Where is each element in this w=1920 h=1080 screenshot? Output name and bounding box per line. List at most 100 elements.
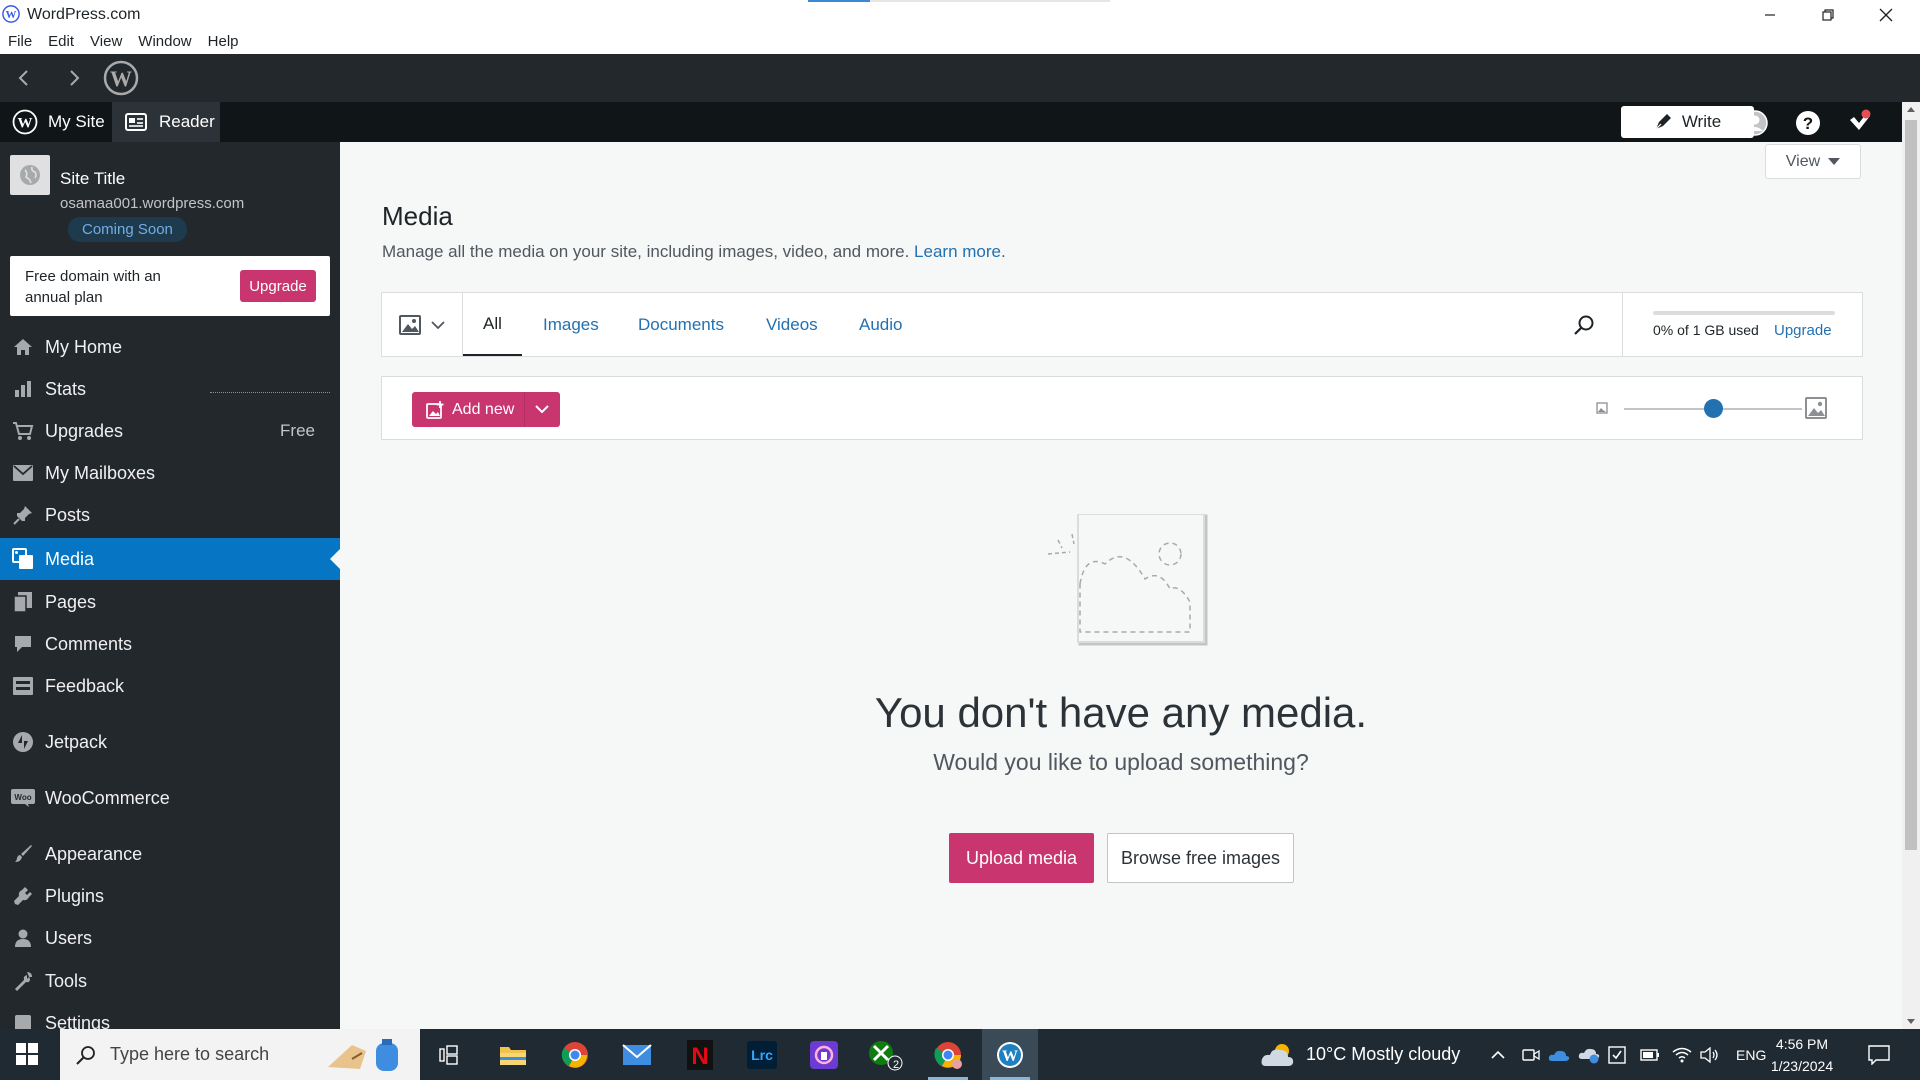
tab-images[interactable]: Images <box>543 293 599 356</box>
onedrive-sync-icon[interactable] <box>1578 1029 1600 1080</box>
menu-window[interactable]: Window <box>138 33 191 50</box>
show-hidden-icons-icon[interactable] <box>1490 1029 1506 1080</box>
help-icon[interactable]: ? <box>1794 109 1822 137</box>
sidebar-item-settings[interactable]: Settings <box>0 1002 340 1029</box>
sidebar-item-media[interactable]: Media <box>0 538 340 580</box>
my-site-link[interactable]: W My Site <box>12 102 105 142</box>
storage-bar <box>1653 311 1835 315</box>
sidebar-item-label: Posts <box>45 504 91 525</box>
netflix-icon[interactable]: N <box>672 1029 728 1080</box>
storage-upgrade-link[interactable]: Upgrade <box>1774 322 1832 339</box>
zoom-slider-knob[interactable] <box>1703 399 1723 418</box>
minimize-button[interactable] <box>1741 0 1799 29</box>
task-view-icon[interactable] <box>422 1029 478 1080</box>
menu-help[interactable]: Help <box>208 33 239 50</box>
mail-app-icon[interactable] <box>609 1029 665 1080</box>
coming-soon-badge[interactable]: Coming Soon <box>68 217 187 242</box>
upsell-text: Free domain with an annual plan <box>25 268 161 306</box>
chevron-down-icon <box>431 320 445 330</box>
sidebar-item-upgrades[interactable]: Upgrades Free <box>0 410 340 452</box>
sidebar-item-users[interactable]: Users <box>0 917 340 959</box>
security-icon[interactable] <box>1608 1029 1626 1080</box>
sidebar-item-label: Settings <box>45 1012 111 1030</box>
site-url: osamaa001.wordpress.com <box>60 195 245 212</box>
globe-icon <box>10 155 50 195</box>
reader-link[interactable]: Reader <box>112 102 220 142</box>
pin-icon <box>11 503 35 527</box>
svg-text:Lrc: Lrc <box>751 1047 773 1063</box>
menu-edit[interactable]: Edit <box>48 33 74 50</box>
scroll-up-icon[interactable] <box>1907 107 1915 112</box>
window-titlebar: W WordPress.com <box>0 0 1920 29</box>
sidebar-item-my-mailboxes[interactable]: My Mailboxes <box>0 452 340 494</box>
photo-app-icon[interactable] <box>796 1029 852 1080</box>
page-scrollbar[interactable] <box>1902 102 1920 1029</box>
site-title: Site Title <box>60 169 126 188</box>
wordpress-home-icon[interactable]: W <box>103 60 139 96</box>
sidebar-item-appearance[interactable]: Appearance <box>0 833 340 875</box>
tab-videos[interactable]: Videos <box>766 293 818 356</box>
tab-all[interactable]: All <box>463 293 522 356</box>
scroll-down-icon[interactable] <box>1907 1019 1915 1024</box>
media-type-select[interactable] <box>382 293 463 356</box>
view-site-button[interactable]: View <box>1765 144 1861 179</box>
sidebar-item-woocommerce[interactable]: Woo WooCommerce <box>0 777 340 819</box>
battery-icon[interactable] <box>1640 1029 1660 1080</box>
sidebar-item-stats[interactable]: Stats <box>0 368 340 410</box>
chrome-profile-icon[interactable] <box>920 1029 976 1080</box>
sidebar-item-my-home[interactable]: My Home <box>0 326 340 368</box>
loading-indicator <box>808 0 1110 2</box>
learn-more-link[interactable]: Learn more <box>914 242 1001 261</box>
onedrive-icon[interactable] <box>1548 1029 1570 1080</box>
meet-icon[interactable] <box>1522 1029 1540 1080</box>
volume-icon[interactable] <box>1700 1029 1720 1080</box>
home-icon <box>11 335 35 359</box>
sidebar-item-pages[interactable]: Pages <box>0 581 340 623</box>
add-new-button[interactable]: Add new <box>412 392 560 427</box>
upgrades-free-label: Free <box>280 421 315 440</box>
wifi-icon[interactable] <box>1672 1029 1692 1080</box>
back-icon[interactable] <box>12 66 36 90</box>
weather-widget[interactable]: 10°C Mostly cloudy <box>1260 1029 1460 1080</box>
file-explorer-icon[interactable] <box>485 1029 541 1080</box>
windows-start-icon[interactable] <box>16 1043 38 1065</box>
restore-button[interactable] <box>1799 0 1857 29</box>
sidebar-item-comments[interactable]: Comments <box>0 623 340 665</box>
tab-audio[interactable]: Audio <box>859 293 902 356</box>
wordpress-taskbar-icon[interactable]: W <box>982 1029 1038 1080</box>
chrome-icon[interactable] <box>547 1029 603 1080</box>
xbox-icon[interactable]: 2 <box>858 1029 914 1080</box>
taskbar-clock[interactable]: 4:56 PM 1/23/2024 <box>1762 1033 1842 1077</box>
tab-documents[interactable]: Documents <box>638 293 724 356</box>
sidebar-item-plugins[interactable]: Plugins <box>0 875 340 917</box>
chevron-down-icon[interactable] <box>534 401 550 417</box>
sidebar-item-jetpack[interactable]: Jetpack <box>0 721 340 763</box>
media-filter-bar: All Images Documents Videos Audio 0% of … <box>381 292 1863 357</box>
xbox-badge: 2 <box>893 1059 900 1071</box>
menu-view[interactable]: View <box>90 33 122 50</box>
menu-file[interactable]: File <box>8 33 32 50</box>
sidebar-item-posts[interactable]: Posts <box>0 494 340 536</box>
write-button[interactable]: Write <box>1621 106 1754 138</box>
reader-icon <box>125 112 147 132</box>
upsell-card: Free domain with an annual plan Upgrade <box>10 256 330 316</box>
close-button[interactable] <box>1857 0 1915 29</box>
sidebar-item-tools[interactable]: Tools <box>0 960 340 1002</box>
upload-media-button[interactable]: Upload media <box>949 833 1094 883</box>
active-indicator <box>330 549 340 569</box>
sidebar-item-label: Pages <box>45 591 97 612</box>
storage-usage: 0% of 1 GB used Upgrade <box>1622 293 1863 356</box>
notifications-icon[interactable] <box>1846 108 1874 136</box>
scrollbar-thumb[interactable] <box>1905 120 1917 850</box>
search-icon <box>76 1045 96 1065</box>
woo-icon: Woo <box>11 786 35 810</box>
sidebar-item-feedback[interactable]: Feedback <box>0 665 340 707</box>
lightroom-icon[interactable]: Lrc <box>734 1029 790 1080</box>
forward-icon[interactable] <box>62 66 86 90</box>
search-icon[interactable] <box>1572 313 1596 337</box>
mail-icon <box>11 461 35 485</box>
notification-center-icon[interactable] <box>1868 1029 1890 1080</box>
taskbar-search-box[interactable]: Type here to search <box>60 1029 420 1080</box>
upgrade-button[interactable]: Upgrade <box>240 270 316 302</box>
browse-free-images-button[interactable]: Browse free images <box>1107 833 1294 883</box>
